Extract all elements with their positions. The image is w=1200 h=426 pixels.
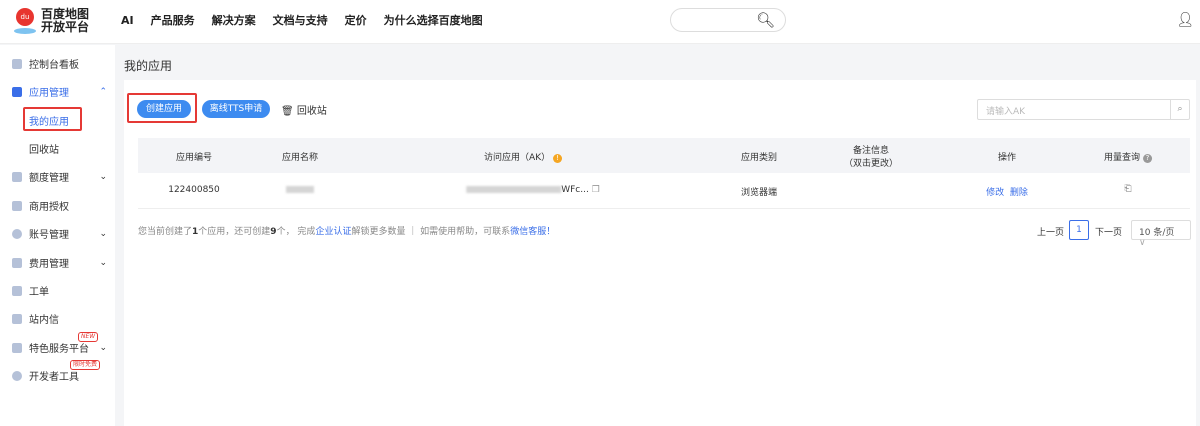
sidebar-label: 应用管理: [29, 88, 69, 99]
sidebar-item-billing[interactable]: 费用管理 ⌄: [12, 255, 107, 270]
gear-icon: [12, 228, 22, 239]
col-app-id: 应用编号: [175, 153, 213, 163]
ticket-icon: [12, 285, 22, 296]
page-size-select[interactable]: 10 条/页 ∨: [1131, 220, 1191, 248]
col-actions: 操作: [997, 153, 1017, 163]
delete-link[interactable]: 删除: [1010, 188, 1028, 198]
sidebar-subitem-recycle[interactable]: 回收站: [29, 141, 59, 156]
logo-badge: du: [16, 8, 34, 26]
ak-search-input[interactable]: 请输入AK ⌕: [977, 99, 1190, 120]
mail-icon: [12, 313, 22, 324]
row-actions: 修改 删除: [986, 185, 1028, 198]
sidebar-label: 账号管理: [29, 230, 69, 241]
table-header: 应用编号 应用名称 访问应用（AK） ! 应用类别 备注信息 （双击更改） 操作…: [138, 138, 1190, 173]
dashboard-icon: [12, 58, 22, 69]
chevron-up-icon: ⌃: [99, 86, 107, 97]
trash-icon: 🗑︎: [281, 106, 294, 117]
sidebar-item-dashboard[interactable]: 控制台看板: [12, 56, 107, 71]
baidu-map-logo[interactable]: du 百度地图 开放平台: [12, 6, 89, 36]
search-icon[interactable]: ⌕: [1170, 100, 1189, 119]
nav-ai[interactable]: AI: [121, 14, 134, 27]
sidebar-label: 开发者工具: [29, 372, 79, 383]
col-remark: 备注信息: [852, 146, 890, 156]
highlight-box: [23, 107, 82, 131]
shield-icon: [12, 370, 22, 381]
cube-icon: [12, 342, 22, 353]
page-1-button[interactable]: 1: [1069, 220, 1089, 240]
offline-tts-button[interactable]: 离线TTS申请: [202, 100, 270, 118]
recycle-label: 回收站: [296, 106, 327, 117]
col-ak: 访问应用（AK） !: [484, 150, 562, 163]
sidebar-label: 费用管理: [29, 259, 69, 270]
quota-info: 您当前创建了1个应用，还可创建9个， 完成企业认证解锁更多数量 ｜ 如需使用帮助…: [138, 227, 556, 237]
recycle-bin-button[interactable]: 🗑︎ 回收站: [281, 102, 327, 117]
col-app-name: 应用名称: [281, 153, 319, 163]
top-header: du 百度地图 开放平台 AI 产品服务 解决方案 文档与支持 定价 为什么选择百…: [0, 0, 1200, 44]
sidebar-label: 商用授权: [29, 202, 69, 213]
sidebar-item-special-services[interactable]: 特色服务平台 ⌄: [12, 340, 107, 355]
next-page-button[interactable]: 下一页: [1095, 225, 1122, 238]
free-badge: 限时免费: [70, 360, 101, 370]
app-category: 浏览器端: [740, 188, 778, 198]
copy-icon[interactable]: ❐: [592, 185, 600, 195]
sidebar-label: 特色服务平台: [29, 344, 89, 355]
prev-page-button[interactable]: 上一页: [1037, 225, 1064, 238]
table-row: 122400850 WFc... ❐ 浏览器端 修改 删除 ⎗: [138, 173, 1190, 209]
new-badge: NEW: [78, 332, 99, 342]
info-icon[interactable]: !: [552, 154, 562, 163]
nav-solutions[interactable]: 解决方案: [212, 12, 256, 28]
usage-chart-icon[interactable]: ⎗: [1124, 184, 1131, 194]
sidebar-label: 额度管理: [29, 173, 69, 184]
app-id: 122400850: [168, 185, 220, 195]
page-size-value: 10 条/页: [1139, 228, 1175, 238]
page-title: 我的应用: [124, 59, 173, 73]
enterprise-cert-link[interactable]: 企业认证: [315, 227, 351, 237]
chevron-down-icon: ⌄: [99, 257, 107, 268]
top-nav: AI 产品服务 解决方案 文档与支持 定价 为什么选择百度地图: [121, 0, 500, 40]
col-usage: 用量查询 ?: [1104, 150, 1152, 163]
sidebar-item-dev-tools[interactable]: 开发者工具: [12, 368, 107, 383]
col-ak-label: 访问应用（AK）: [484, 153, 551, 163]
sidebar-item-app-management[interactable]: 应用管理 ⌃: [12, 84, 107, 99]
sidebar-item-license[interactable]: 商用授权: [12, 198, 107, 213]
main-panel: [124, 80, 1196, 426]
chevron-down-icon: ∨: [1139, 238, 1146, 248]
ak-suffix: WFc...: [561, 185, 589, 195]
chevron-down-icon: ⌄: [99, 342, 107, 353]
nav-why[interactable]: 为什么选择百度地图: [384, 12, 483, 28]
col-category: 应用类别: [740, 153, 778, 163]
sidebar-label: 工单: [29, 287, 49, 298]
briefcase-icon: [12, 200, 22, 211]
help-icon[interactable]: ?: [1142, 154, 1152, 163]
edit-link[interactable]: 修改: [986, 188, 1004, 198]
apps-icon: [12, 86, 22, 97]
chevron-down-icon: ⌄: [99, 171, 107, 182]
highlight-box: [127, 93, 197, 123]
map-pin-icon: du: [12, 6, 38, 36]
col-remark-hint: （双击更改）: [843, 159, 899, 169]
col-usage-label: 用量查询: [1104, 153, 1141, 163]
top-search-input[interactable]: 🔍︎: [670, 8, 786, 32]
wechat-support-link[interactable]: 微信客服！: [510, 227, 555, 237]
billing-icon: [12, 257, 22, 268]
user-icon[interactable]: 👤︎: [1176, 12, 1194, 28]
app-name-redacted: [286, 185, 314, 195]
sidebar-label: 控制台看板: [29, 60, 79, 71]
sidebar-item-account[interactable]: 账号管理 ⌄: [12, 226, 107, 241]
chevron-down-icon: ⌄: [99, 228, 107, 239]
sidebar-item-messages[interactable]: 站内信: [12, 311, 107, 326]
chart-icon: [12, 171, 22, 182]
nav-pricing[interactable]: 定价: [345, 12, 367, 28]
search-icon[interactable]: 🔍︎: [756, 11, 775, 29]
sidebar-item-ticket[interactable]: 工单: [12, 283, 107, 298]
ak-value: WFc... ❐: [466, 185, 600, 195]
sidebar-label: 站内信: [29, 315, 59, 326]
search-placeholder: 请输入AK: [986, 107, 1026, 117]
logo-line2: 开放平台: [41, 20, 90, 34]
nav-docs[interactable]: 文档与支持: [273, 12, 328, 28]
sidebar: 控制台看板 应用管理 ⌃ 我的应用 回收站 额度管理 ⌄ 商用授权 账号管理 ⌄ 费用…: [0, 45, 115, 426]
sidebar-item-quota[interactable]: 额度管理 ⌄: [12, 169, 107, 184]
nav-products[interactable]: 产品服务: [151, 12, 195, 28]
